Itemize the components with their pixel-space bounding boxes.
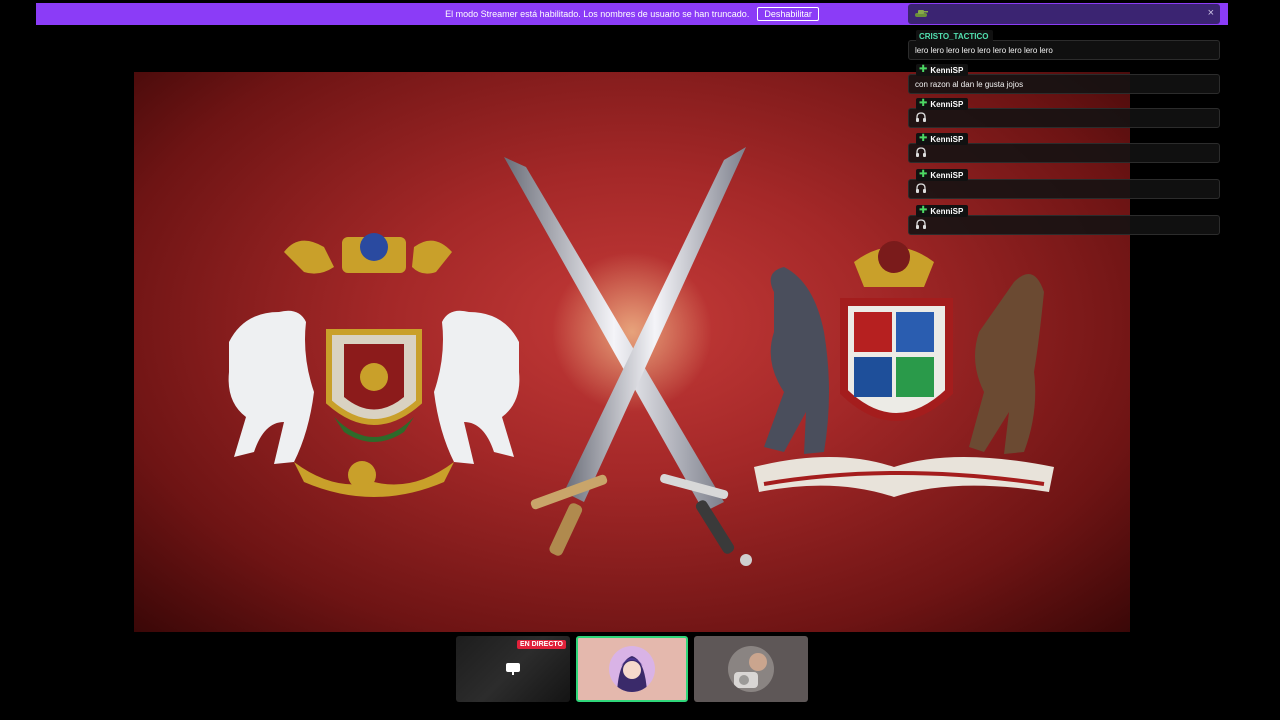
headset-icon [916,219,926,229]
plus-badge-icon: ✚ [919,98,928,109]
screen-share-icon [506,663,520,675]
chat-bubble [908,143,1220,163]
headset-icon [916,112,926,122]
plus-badge-icon: ✚ [919,169,928,180]
headset-icon [916,183,926,193]
participant-thumbnail[interactable] [694,636,808,702]
chat-text: lero lero lero lero lero lero lero lero … [915,45,1053,55]
participant-thumbnails: EN DIRECTO [456,636,808,702]
plus-badge-icon: ✚ [919,64,928,75]
streaming-app: El modo Streamer está habilitado. Los no… [0,0,1280,720]
chat-username[interactable]: ✚ KenniSP [916,205,969,217]
avatar [609,646,655,692]
headset-icon [916,147,926,157]
chat-bubble [908,108,1220,128]
chat-overlay: × CRISTO_TACTICO lero lero lero lero ler… [906,0,1222,240]
chat-username[interactable]: ✚ KenniSP [916,133,969,145]
plus-badge-icon: ✚ [919,133,928,144]
chat-bubble [908,179,1220,199]
chat-text: con razon al dan le gusta jojos [915,79,1024,89]
disable-streamer-mode-button[interactable]: Deshabilitar [757,7,819,21]
crossed-swords [504,147,752,566]
close-icon[interactable]: × [1208,7,1214,19]
chat-bubble: con razon al dan le gusta jojos [908,74,1220,94]
chat-bubble: lero lero lero lero lero lero lero lero … [908,40,1220,60]
tank-emote-icon [915,10,928,17]
chat-username[interactable]: CRISTO_TACTICO [916,30,994,42]
left-crest [228,233,520,497]
plus-badge-icon: ✚ [919,205,928,216]
chat-username[interactable]: ✚ KenniSP [916,169,969,181]
screen-share-thumbnail[interactable]: EN DIRECTO [456,636,570,702]
participant-thumbnail-selected[interactable] [576,636,688,702]
chat-username[interactable]: ✚ KenniSP [916,64,969,76]
chat-username[interactable]: ✚ KenniSP [916,98,969,110]
chat-top-message: × [908,4,1220,24]
right-crest [754,241,1054,497]
avatar [728,646,774,692]
banner-text: El modo Streamer está habilitado. Los no… [445,9,750,19]
live-badge: EN DIRECTO [516,640,566,649]
chat-bubble [908,215,1220,235]
